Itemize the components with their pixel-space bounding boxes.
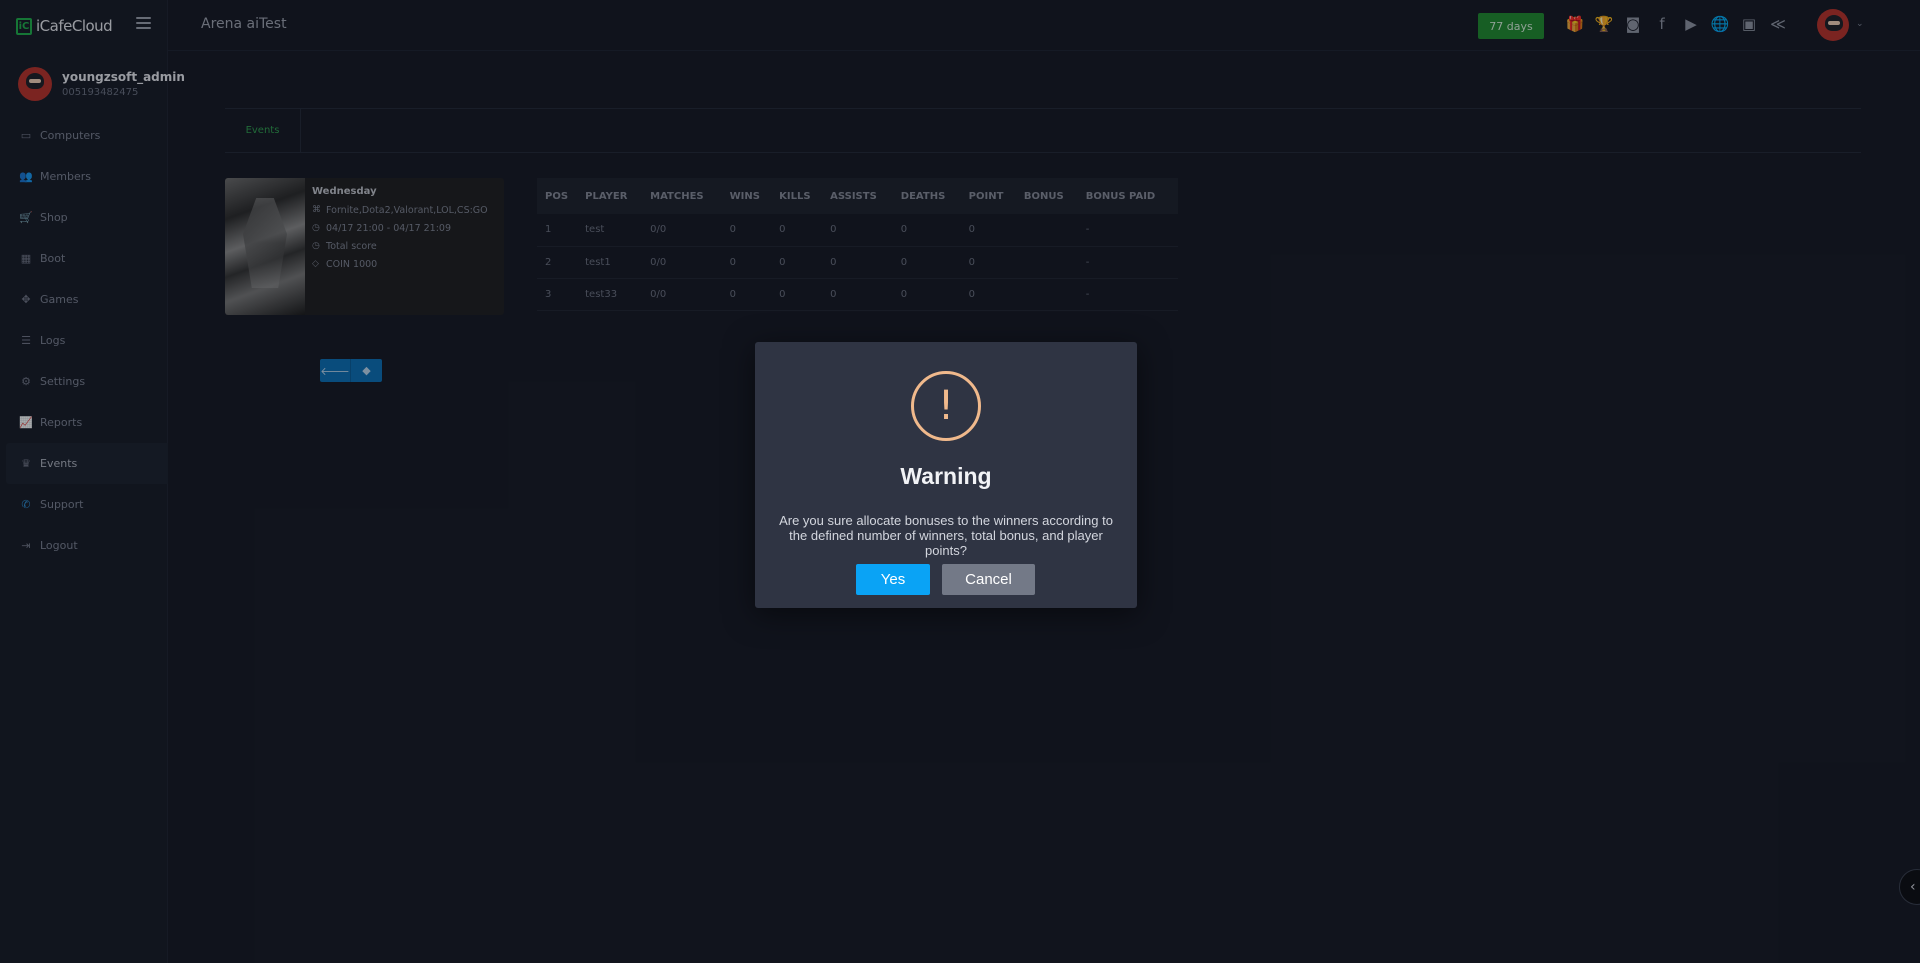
cancel-button[interactable]: Cancel: [942, 564, 1035, 595]
dialog-title: Warning: [900, 463, 992, 489]
warning-icon: !: [911, 371, 981, 441]
dialog-actions: Yes Cancel: [856, 564, 1035, 595]
warning-dialog: ! Warning Are you sure allocate bonuses …: [755, 342, 1137, 608]
dialog-message: Are you sure allocate bonuses to the win…: [779, 513, 1113, 558]
confirm-yes-button[interactable]: Yes: [856, 564, 930, 595]
